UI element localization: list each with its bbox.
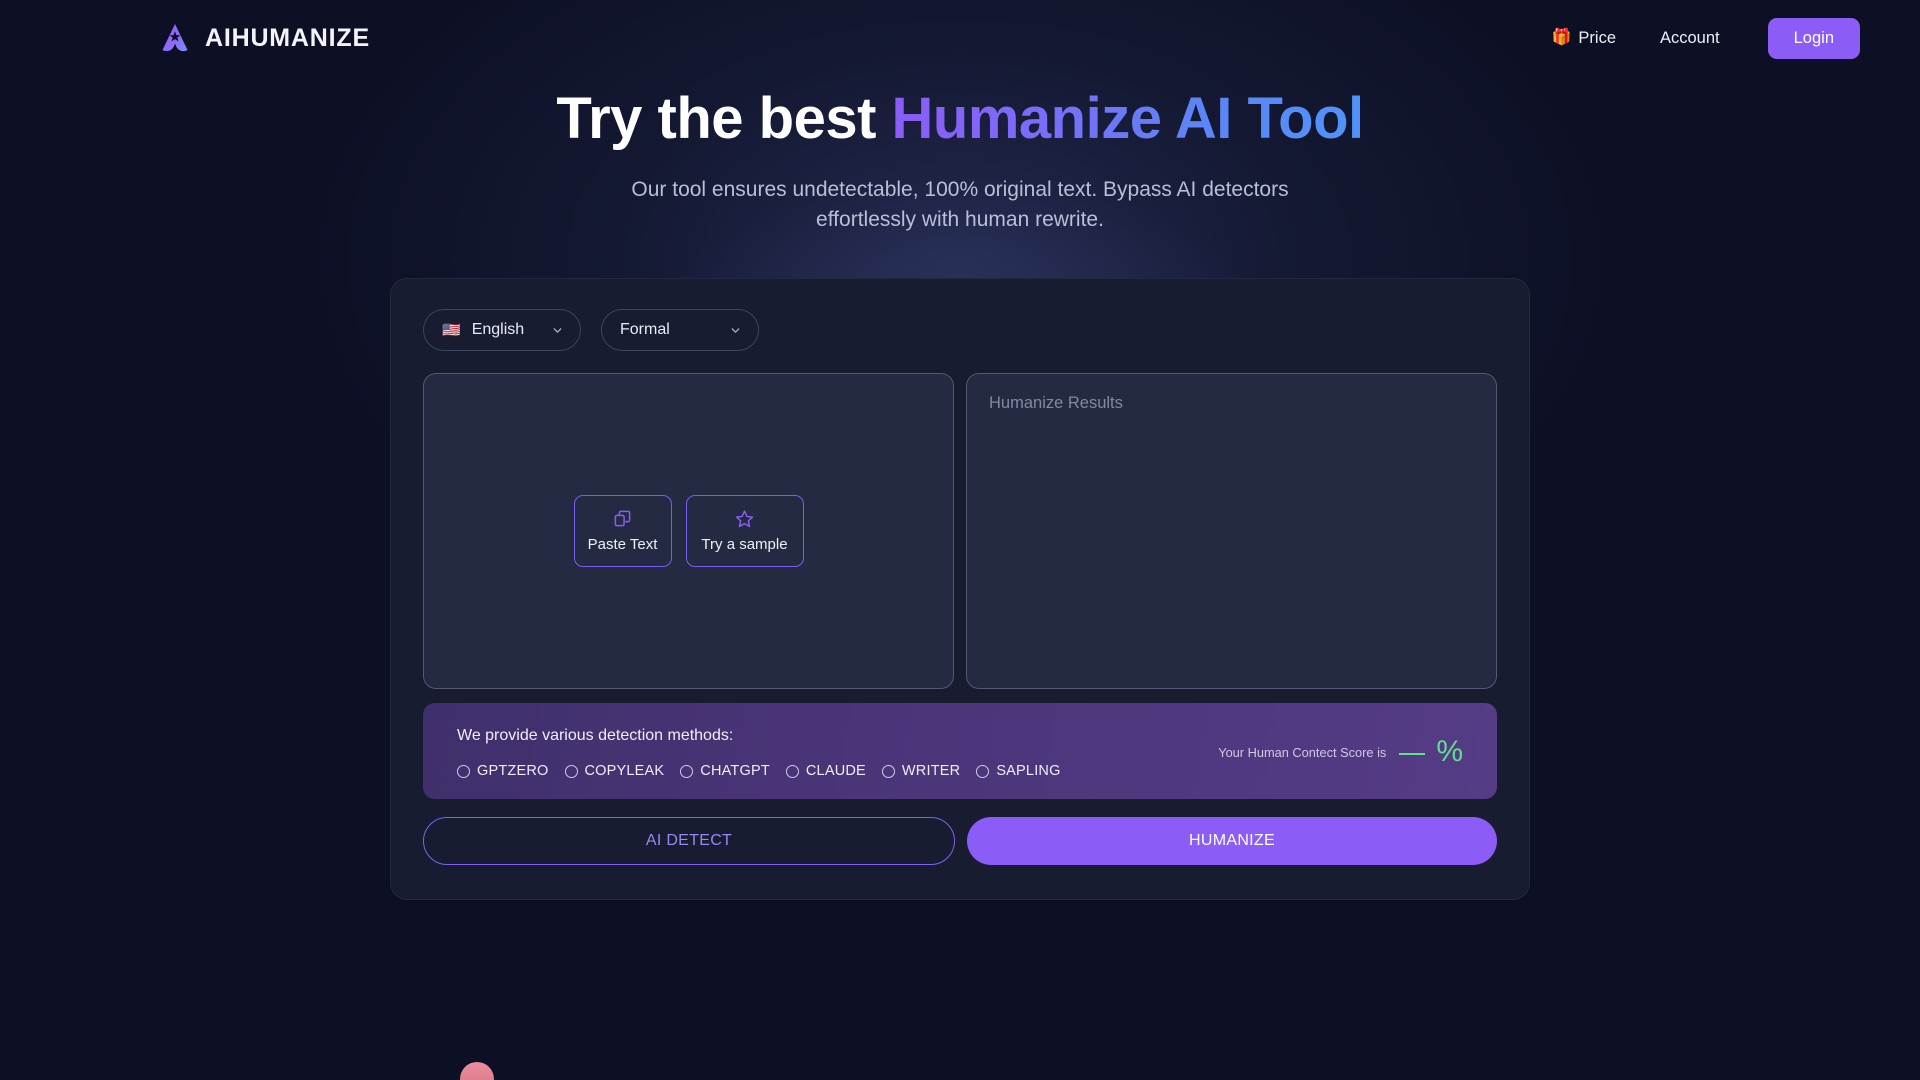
paste-text-label: Paste Text (587, 536, 658, 554)
tone-select-value: Formal (620, 321, 670, 339)
human-score-label: Your Human Contect Score is (1218, 744, 1387, 760)
detection-method-label: SAPLING (996, 763, 1061, 780)
detection-methods-list: GPTZERO COPYLEAK CHATGPT CLAUDE WRITER S… (457, 763, 1067, 779)
star-icon (735, 509, 754, 528)
us-flag-icon: 🇺🇸 (442, 321, 461, 339)
language-select-value: English (471, 321, 525, 339)
detection-method-writer[interactable]: WRITER (881, 763, 961, 780)
brand-name: AIHUMANIZE (205, 23, 370, 52)
login-button[interactable]: Login (1767, 17, 1860, 59)
option-selectors: 🇺🇸 English Formal (423, 309, 1497, 352)
editor-panes: Paste Text Try a sample Humanize Results (423, 373, 1497, 690)
aihumanize-a-star-logo-icon (162, 24, 188, 52)
chevron-down-icon (551, 324, 564, 337)
try-sample-button[interactable]: Try a sample (685, 495, 804, 568)
hero-section: Try the best Humanize AI Tool Our tool e… (0, 86, 1920, 234)
main-nav: 🎁 Price Account Login (1529, 17, 1860, 59)
chevron-down-icon (729, 324, 742, 337)
detection-method-claude[interactable]: CLAUDE (785, 763, 866, 780)
site-header: AIHUMANIZE 🎁 Price Account Login (0, 0, 1920, 76)
radio-icon[interactable] (881, 764, 895, 778)
radio-icon[interactable] (457, 764, 470, 778)
tone-select[interactable]: Formal (601, 309, 759, 352)
detection-method-copyleak[interactable]: COPYLEAK (564, 763, 665, 780)
detection-method-gptzero[interactable]: GPTZERO (457, 763, 549, 779)
detection-methods-left: We provide various detection methods: GP… (457, 725, 1067, 779)
floating-chat-bubble[interactable] (460, 1062, 494, 1080)
radio-icon[interactable] (785, 764, 799, 778)
humanize-button[interactable]: HUMANIZE (967, 817, 1497, 866)
page-title-plain: Try the best (556, 86, 892, 151)
copy-icon (613, 509, 632, 528)
primary-actions: AI DETECT HUMANIZE (423, 817, 1497, 866)
detection-method-sapling[interactable]: SAPLING (976, 763, 1060, 779)
humanize-results-output[interactable]: Humanize Results (966, 373, 1497, 690)
paste-text-button[interactable]: Paste Text (573, 495, 672, 568)
humanizer-card: 🇺🇸 English Formal Paste Text Try a sampl… (390, 278, 1530, 901)
detection-methods-panel: We provide various detection methods: GP… (423, 703, 1497, 800)
results-placeholder: Humanize Results (989, 394, 1123, 413)
language-select[interactable]: 🇺🇸 English (423, 309, 581, 352)
detection-method-label: COPYLEAK (584, 763, 665, 780)
human-score-readout: Your Human Contect Score is % (1218, 737, 1471, 767)
page-title: Try the best Humanize AI Tool (0, 86, 1920, 153)
radio-icon[interactable] (680, 764, 694, 778)
detection-methods-title: We provide various detection methods: (457, 727, 734, 745)
human-score-value (1399, 752, 1426, 755)
detection-method-chatgpt[interactable]: CHATGPT (680, 763, 770, 779)
detection-method-label: GPTZERO (477, 763, 549, 780)
gift-icon: 🎁 (1551, 29, 1572, 46)
hero-subtitle: Our tool ensures undetectable, 100% orig… (631, 177, 1289, 231)
radio-icon[interactable] (564, 764, 578, 778)
radio-icon[interactable] (976, 764, 990, 778)
detection-method-label: CHATGPT (700, 763, 770, 780)
input-empty-actions: Paste Text Try a sample (424, 374, 953, 688)
brand-logo[interactable]: AIHUMANIZE (158, 21, 370, 55)
source-text-input[interactable]: Paste Text Try a sample (423, 373, 954, 690)
page-root: AIHUMANIZE 🎁 Price Account Login Try the… (0, 0, 1920, 901)
nav-item-price-label: Price (1578, 28, 1616, 47)
try-sample-label: Try a sample (701, 536, 788, 554)
detection-method-label: WRITER (901, 763, 961, 780)
nav-item-account[interactable]: Account (1638, 19, 1742, 58)
percent-symbol: % (1436, 735, 1463, 769)
page-title-highlight: Humanize AI Tool (891, 86, 1365, 151)
nav-item-price[interactable]: 🎁 Price (1529, 19, 1638, 58)
ai-detect-button[interactable]: AI DETECT (423, 817, 955, 866)
detection-method-label: CLAUDE (805, 763, 866, 780)
